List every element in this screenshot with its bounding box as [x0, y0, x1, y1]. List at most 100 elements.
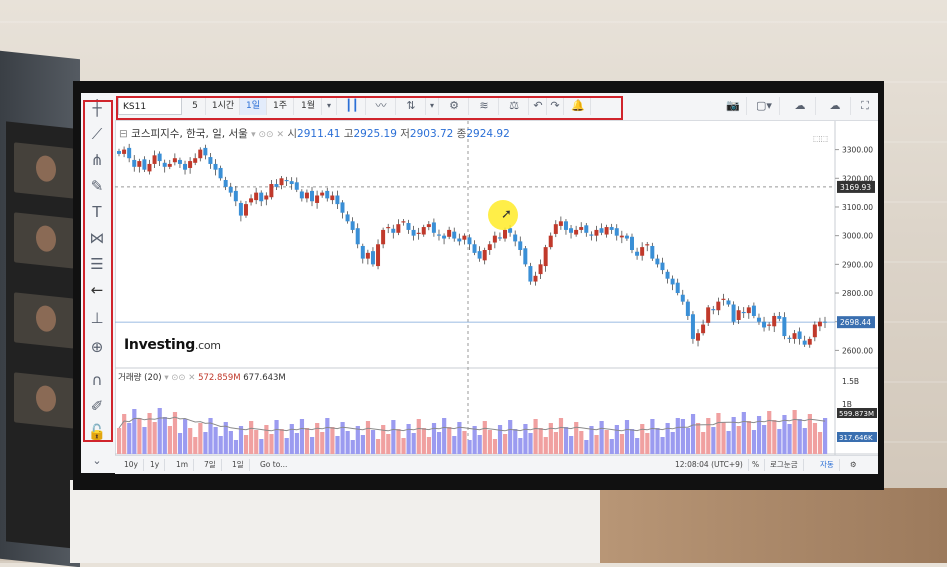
volume-bar	[406, 424, 411, 454]
candle-body	[411, 229, 416, 236]
cloud-download-icon[interactable]: ☁	[785, 97, 816, 115]
candle-body	[284, 180, 289, 182]
candle-body	[660, 262, 665, 271]
candle-body	[249, 198, 254, 203]
chart-area[interactable]: 3300.00 3200.00 3100.00 3000.00 2900.00 2800.…	[115, 121, 878, 473]
candle-body	[289, 181, 294, 185]
volume-bar	[335, 436, 340, 454]
volume-bar	[365, 421, 371, 454]
candle-body	[762, 321, 767, 328]
volume-bar	[569, 436, 574, 454]
candle-body	[127, 147, 132, 159]
range-1d[interactable]: 1일	[227, 459, 250, 471]
volume-value-2: 677.643M	[243, 373, 286, 383]
candle-body	[701, 324, 706, 334]
volume-y-label: 1.5B	[842, 377, 859, 386]
volume-bar	[279, 429, 284, 454]
percent-toggle[interactable]: %	[747, 459, 766, 471]
volume-marker-1: 599.873M	[839, 410, 874, 418]
candle-body	[218, 167, 223, 179]
candle-body	[442, 235, 447, 239]
volume-bar	[391, 420, 396, 454]
candle-body	[538, 264, 543, 275]
candle-body	[447, 229, 452, 237]
volume-bar	[294, 433, 299, 454]
fabric-background	[70, 480, 630, 563]
camera-icon[interactable]: 📷	[720, 97, 747, 115]
candle-body	[751, 305, 756, 316]
volume-bar	[325, 418, 330, 454]
volume-bar	[416, 419, 421, 454]
candle-body	[310, 190, 315, 202]
volume-bar	[492, 439, 498, 454]
candle-body	[670, 278, 675, 285]
range-7d[interactable]: 7일	[199, 459, 222, 471]
candle-body	[320, 192, 325, 196]
collapse-icon[interactable]: ⊟	[119, 128, 128, 140]
volume-bar	[289, 424, 294, 454]
candle-body	[706, 307, 711, 323]
volume-bar	[320, 432, 325, 454]
candle-body	[335, 195, 340, 205]
range-1y[interactable]: 1y	[145, 459, 166, 471]
fullscreen-icon[interactable]: ⛶	[855, 97, 875, 115]
candle-body	[477, 251, 482, 259]
candle-body	[569, 228, 574, 233]
volume-bar	[233, 440, 239, 454]
candle-body	[787, 337, 792, 339]
legend-high: 2925.19	[353, 128, 397, 140]
candle-body	[228, 186, 233, 193]
candle-body	[518, 241, 523, 250]
candle-body	[162, 162, 167, 167]
volume-bar	[599, 421, 604, 454]
candle-body	[152, 155, 157, 164]
crosshair-price-label: 3169.93	[840, 183, 871, 192]
volume-y-label: 1B	[842, 400, 852, 409]
candle-body	[233, 190, 238, 202]
volume-bar	[772, 420, 777, 454]
volume-bar	[563, 427, 569, 454]
candle-body	[543, 247, 548, 267]
range-10y[interactable]: 10y	[119, 459, 144, 471]
bottom-settings-icon[interactable]: ⚙	[845, 459, 862, 471]
range-1m[interactable]: 1m	[171, 459, 195, 471]
auto-scale-toggle[interactable]: 자동	[815, 459, 840, 471]
cloud-upload-icon[interactable]: ☁	[820, 97, 851, 115]
y-tick-label: 3000.00	[842, 232, 873, 241]
candle-body	[188, 161, 193, 168]
candle-body	[619, 235, 624, 238]
volume-marker-2: 317.646K	[839, 434, 873, 442]
volume-bar	[503, 434, 508, 454]
legend-name: 코스피지수, 한국, 일, 서울	[131, 128, 248, 140]
volume-bar	[447, 427, 452, 454]
volume-bar	[543, 437, 548, 454]
volume-bar	[370, 430, 376, 454]
volume-bar	[579, 431, 584, 454]
volume-bar	[726, 431, 731, 454]
volume-bar	[421, 428, 426, 454]
volume-bar	[188, 428, 193, 454]
volume-bar	[310, 437, 315, 454]
color-box-icon[interactable]: ▢▾	[749, 97, 780, 115]
volume-controls-icon[interactable]: ▾ ⊙⊙ ✕	[164, 373, 195, 383]
candle-body	[137, 161, 142, 167]
candle-body	[355, 228, 360, 245]
volume-bar	[193, 437, 198, 454]
volume-bar	[284, 438, 289, 454]
volume-bar	[680, 419, 685, 454]
candle-body	[294, 182, 299, 190]
volume-bar	[228, 431, 233, 454]
volume-bar	[172, 412, 178, 454]
candle-body	[122, 149, 127, 154]
candle-body	[721, 298, 726, 300]
volume-bar	[330, 427, 335, 454]
volume-bar	[675, 418, 680, 454]
log-scale-toggle[interactable]: 로그눈금	[765, 459, 804, 471]
volume-bar	[122, 414, 127, 454]
legend-controls-icon[interactable]: ▾ ⊙⊙ ✕	[251, 130, 284, 140]
candle-body	[315, 195, 320, 203]
goto-button[interactable]: Go to...	[255, 459, 292, 471]
volume-bar	[751, 430, 757, 454]
last-price-label: 2698.44	[840, 318, 871, 327]
expand-down-icon[interactable]: ⌄	[86, 451, 108, 471]
